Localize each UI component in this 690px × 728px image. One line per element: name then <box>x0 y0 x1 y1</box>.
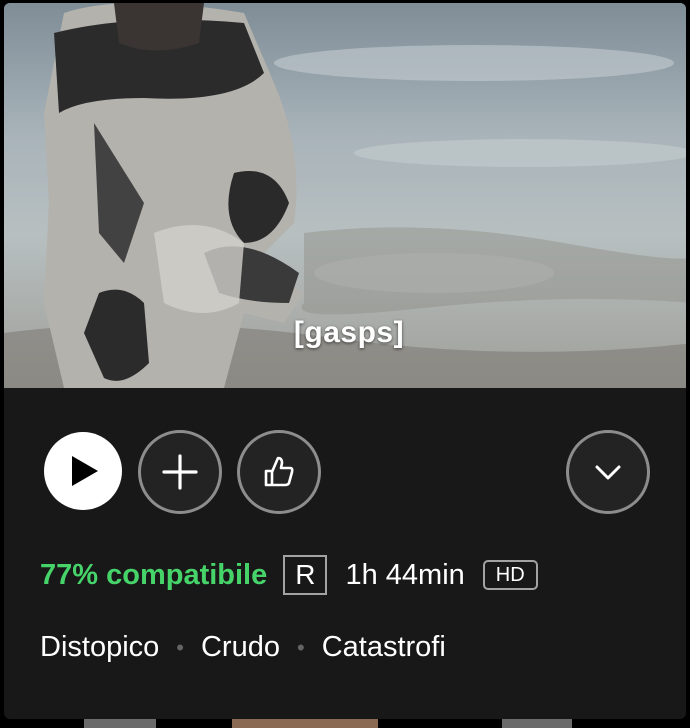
hd-badge: HD <box>482 560 538 590</box>
background-thumbnail <box>84 719 156 728</box>
genre-tags: Distopico • Crudo • Catastrofi <box>40 631 446 664</box>
more-info-button[interactable] <box>566 430 650 514</box>
chevron-down-icon <box>595 465 621 480</box>
genre-tag: Distopico <box>40 631 160 663</box>
background-thumbnail <box>232 719 378 728</box>
match-score: 77% compatibile <box>40 558 268 591</box>
plus-icon <box>162 454 198 490</box>
play-button[interactable] <box>44 432 122 510</box>
video-preview[interactable]: [gasps] <box>4 3 686 388</box>
genre-tag: Catastrofi <box>321 631 446 663</box>
maturity-rating-badge: R <box>283 555 328 595</box>
separator-dot: • <box>296 634 305 660</box>
add-to-list-button[interactable] <box>138 430 222 514</box>
separator-dot: • <box>176 634 184 660</box>
subtitle-caption: [gasps] <box>293 316 405 349</box>
like-button[interactable] <box>237 430 321 514</box>
background-thumbnail <box>502 719 572 728</box>
play-icon <box>72 456 98 486</box>
genre-tag: Crudo <box>200 631 280 663</box>
title-preview-card: [gasps] 77% compatibile R 1h 44min HD Di… <box>4 3 686 719</box>
duration: 1h 44min <box>345 558 465 591</box>
title-metadata: 77% compatibile R 1h 44min HD <box>40 555 538 595</box>
thumbs-up-icon <box>264 456 294 487</box>
